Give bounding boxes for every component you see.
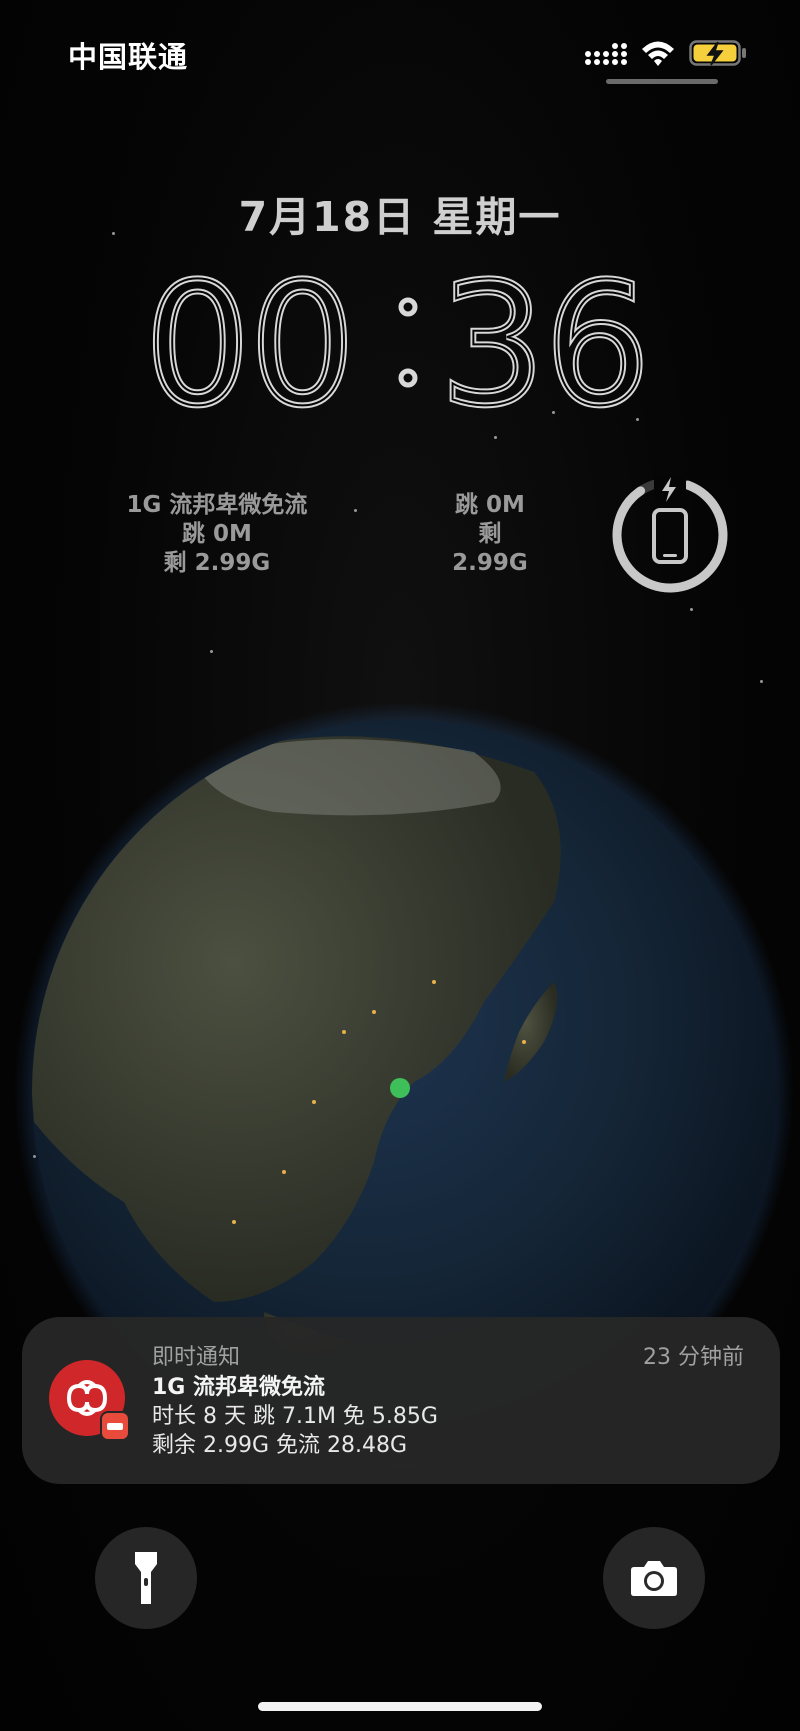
data-usage-widget-left[interactable]: 1G 流邦卑微免流 跳 0M 剩 2.99G xyxy=(112,491,322,578)
cellular-signal-icon xyxy=(585,43,627,65)
notification-body-line2: 剩余 2.99G 免流 28.48G xyxy=(152,1433,408,1458)
widget-left-skip: 跳 0M xyxy=(182,521,252,547)
notification-center-indicator[interactable] xyxy=(606,79,718,84)
notification-app-name: 即时通知 xyxy=(152,1345,241,1370)
notification-title: 1G 流邦卑微免流 xyxy=(152,1375,326,1400)
phone-charging-icon xyxy=(652,508,688,564)
flashlight-icon xyxy=(135,1552,157,1604)
camera-icon xyxy=(631,1561,677,1596)
widget-left-title: 1G 流邦卑微免流 xyxy=(126,492,308,518)
status-bar: 中国联通 xyxy=(0,0,800,100)
flashlight-button[interactable] xyxy=(95,1527,197,1629)
widget-mid-skip: 跳 0M xyxy=(455,492,525,518)
clock-minutes-inner: 36 xyxy=(440,255,650,425)
app-badge-icon xyxy=(100,1411,129,1440)
data-usage-widget-middle[interactable]: 跳 0M 剩 2.99G xyxy=(430,491,550,578)
star xyxy=(494,436,497,439)
lock-clock: 00 00 36 36 xyxy=(142,255,653,425)
clock-colon-bottom xyxy=(398,368,418,388)
lock-screen: 中国联通 7月18日 星期一 00 00 36 36 1G 流邦卑微免流 跳 0… xyxy=(0,0,800,1731)
camera-button[interactable] xyxy=(603,1527,705,1629)
clock-colon-top xyxy=(398,297,418,317)
carrier-name: 中国联通 xyxy=(68,40,189,74)
widget-mid-remaining-value: 2.99G xyxy=(452,550,528,576)
widget-mid-remaining-label: 剩 xyxy=(478,521,502,547)
battery-widget[interactable] xyxy=(610,475,730,595)
china-unicom-logo-icon xyxy=(49,1360,129,1440)
wifi-icon xyxy=(642,41,674,66)
widget-left-remaining: 剩 2.99G xyxy=(163,550,271,576)
clock-hours-inner: 00 xyxy=(145,255,355,425)
notification-card[interactable]: 即时通知 23 分钟前 1G 流邦卑微免流 时长 8 天 跳 7.1M 免 5.… xyxy=(22,1317,780,1484)
home-indicator[interactable] xyxy=(258,1702,542,1711)
lock-date: 7月18日 星期一 xyxy=(238,193,562,241)
notification-time: 23 分钟前 xyxy=(643,1345,744,1370)
star xyxy=(690,608,693,611)
battery-charging-icon xyxy=(689,40,746,66)
star xyxy=(760,680,763,683)
notification-body-line1: 时长 8 天 跳 7.1M 免 5.85G xyxy=(152,1404,438,1429)
star xyxy=(354,509,357,512)
star xyxy=(210,650,213,653)
location-dot xyxy=(390,1078,410,1098)
